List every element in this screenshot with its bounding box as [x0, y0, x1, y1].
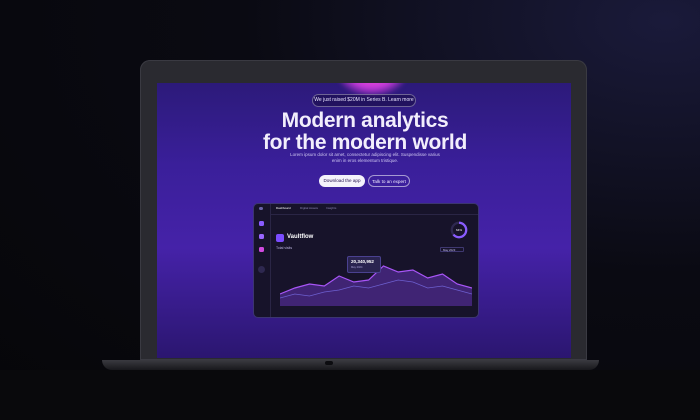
dashboard-topbar: Dashboard Digital Assets Insights: [270, 204, 478, 215]
tab-insights[interactable]: Insights: [326, 206, 336, 210]
announcement-pill[interactable]: We just raised $20M in Series B. Learn m…: [312, 94, 416, 107]
tab-dashboard[interactable]: Dashboard: [276, 206, 291, 210]
tooltip-value: 20,340,952: [351, 259, 374, 264]
dashboard-sidebar: [254, 204, 271, 317]
floor: [0, 370, 700, 420]
total-visits-label: Total visits: [276, 246, 293, 250]
nav-icon-home[interactable]: [259, 221, 264, 226]
nav-icon-insights[interactable]: [259, 247, 264, 252]
talk-to-expert-button[interactable]: Talk to an expert: [368, 175, 410, 187]
tab-digital-assets[interactable]: Digital Assets: [300, 206, 318, 210]
laptop-notch: [325, 361, 333, 365]
hero-headline: Modern analytics for the modern world: [200, 110, 530, 154]
hero-subtext: Lorem ipsum dolor sit amet, consectetur …: [290, 152, 440, 163]
tooltip-sub: May 2024: [351, 266, 363, 269]
nav-icon-assets[interactable]: [259, 234, 264, 239]
headline-line-2: for the modern world: [262, 131, 467, 154]
headline-line-1: Modern analytics: [281, 109, 449, 132]
ring-value: 64%: [455, 228, 462, 232]
month-select[interactable]: May 2023: [440, 247, 464, 252]
download-app-button[interactable]: Download the app: [319, 175, 365, 187]
laptop-base: [102, 360, 599, 370]
add-icon[interactable]: [258, 266, 265, 273]
menu-icon[interactable]: [259, 207, 263, 210]
chart-tooltip: 20,340,952 May 2024: [347, 256, 381, 273]
vaultflow-logo-icon: [276, 234, 284, 242]
dashboard-preview: Dashboard Digital Assets Insights Vaultf…: [253, 203, 479, 318]
brand-name: Vaultflow: [287, 234, 314, 240]
